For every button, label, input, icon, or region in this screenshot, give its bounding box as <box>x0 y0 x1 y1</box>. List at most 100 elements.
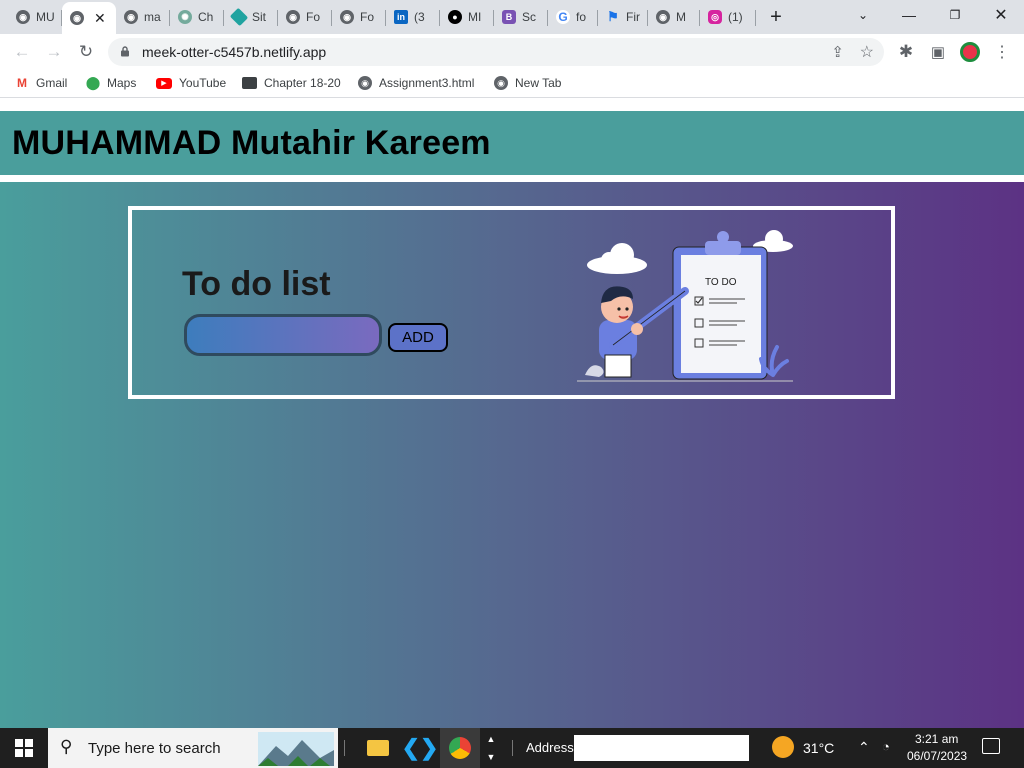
linkedin-icon: in <box>394 10 408 24</box>
bookmark-gmail[interactable]: M Gmail <box>15 76 67 90</box>
globe-icon: ◉ <box>358 76 372 90</box>
netlify-icon <box>229 7 249 27</box>
browser-toolbar: ← → ↻ meek-otter-c5457b.netlify.app ⇪ ☆ … <box>0 34 1024 70</box>
tab-9[interactable]: ● MI <box>440 4 494 30</box>
restore-icon[interactable]: ❐ <box>932 0 978 30</box>
bookmark-new-tab[interactable]: ◉ New Tab <box>494 76 561 90</box>
back-icon[interactable]: ← <box>10 40 34 64</box>
vscode-icon[interactable]: ❮❯ <box>400 728 440 768</box>
url-text[interactable]: meek-otter-c5457b.netlify.app <box>142 44 326 60</box>
weather-temperature[interactable]: 31°C <box>803 740 834 756</box>
minimize-icon[interactable]: — <box>886 0 932 30</box>
tab-6[interactable]: ◉ Fo <box>278 4 332 30</box>
clock-date[interactable]: 06/07/2023 <box>907 749 967 763</box>
folder-icon <box>242 77 257 89</box>
bookmark-star-icon[interactable]: ☆ <box>860 42 874 62</box>
globe-icon: ◉ <box>124 10 138 24</box>
bookmark-label: Assignment3.html <box>379 76 475 90</box>
tab-label: (1) <box>728 10 743 24</box>
file-explorer-icon[interactable] <box>358 728 398 768</box>
address-bar[interactable]: meek-otter-c5457b.netlify.app ⇪ ☆ <box>108 38 884 66</box>
github-icon: ● <box>448 10 462 24</box>
close-window-icon[interactable]: ✕ <box>978 0 1024 30</box>
tab-label: MU <box>36 10 55 24</box>
character-illustration <box>585 286 689 378</box>
tab-1[interactable]: ◉ MU <box>8 4 62 30</box>
system-tray-chevron-icon[interactable]: ⌃ <box>858 739 870 756</box>
bookmark-label: New Tab <box>515 76 562 90</box>
tab-active[interactable]: ◉ ✕ <box>62 2 116 34</box>
tab-8[interactable]: in (3 <box>386 4 440 30</box>
maps-icon: ⬤ <box>85 75 101 90</box>
tab-3[interactable]: ◉ ma <box>116 4 170 30</box>
tab-search-chevron-icon[interactable]: ⌄ <box>840 0 886 30</box>
tab-label: (3 <box>414 10 425 24</box>
search-placeholder[interactable]: Type here to search <box>88 740 221 757</box>
taskbar-divider <box>512 740 513 756</box>
tab-label: MI <box>468 10 482 24</box>
flag-icon: ⚑ <box>607 9 619 24</box>
tab-label: Sit <box>252 10 267 24</box>
tab-label: M <box>676 10 686 24</box>
forward-icon[interactable]: → <box>42 40 66 64</box>
tab-separator <box>755 10 756 26</box>
share-icon[interactable]: ⇪ <box>831 43 844 61</box>
address-toolbar-input[interactable] <box>574 735 749 761</box>
clipboard-label: TO DO <box>705 277 737 288</box>
tab-label: Sc <box>522 10 537 24</box>
bookmark-label: Maps <box>107 76 137 90</box>
weather-sun-icon <box>772 736 794 758</box>
tab-5[interactable]: Sit <box>224 4 278 30</box>
bookmark-label: Chapter 18-20 <box>264 76 341 90</box>
new-tab-icon[interactable]: + <box>758 2 794 32</box>
clock-time[interactable]: 3:21 am <box>915 732 958 746</box>
todo-illustration: TO DO <box>577 230 793 382</box>
side-panel-icon[interactable]: ▣ <box>926 40 950 64</box>
search-icon: ⚲ <box>60 737 73 756</box>
todo-card: To do list ADD TO DO <box>128 206 895 399</box>
add-button[interactable]: ADD <box>388 323 448 352</box>
todo-input[interactable] <box>184 314 382 356</box>
tab-10[interactable]: B Sc <box>494 4 548 30</box>
tab-close-icon[interactable]: ✕ <box>94 10 106 27</box>
tab-label: fo <box>576 10 587 24</box>
reload-icon[interactable]: ↻ <box>74 40 98 64</box>
tab-label: ma <box>144 10 161 24</box>
windows-start-icon[interactable] <box>4 728 44 768</box>
page-header: MUHAMMAD Mutahir Kareem <box>0 111 1024 175</box>
tab-11[interactable]: G fo <box>548 4 598 30</box>
address-toolbar-label: Address <box>526 740 574 755</box>
chatgpt-icon: ✺ <box>178 10 192 24</box>
page-title: MUHAMMAD Mutahir Kareem <box>12 123 491 162</box>
bookmark-maps[interactable]: ⬤ Maps <box>85 75 137 90</box>
cloud-icon <box>587 243 647 274</box>
bookmark-chapter[interactable]: Chapter 18-20 <box>242 76 341 90</box>
extensions-icon[interactable]: ✱ <box>894 40 918 64</box>
browser-tab-strip: ◉ MU ◉ ✕ ◉ ma ✺ Ch Sit ◉ Fo ◉ Fo in (3 ●… <box>0 0 1024 34</box>
globe-icon: ◉ <box>656 10 670 24</box>
bookmarks-bar: M Gmail ⬤ Maps ▶ YouTube Chapter 18-20 ◉… <box>0 70 1024 98</box>
globe-icon: ◉ <box>286 10 300 24</box>
gmail-icon: M <box>17 76 27 90</box>
taskbar-scroll-icon[interactable]: ▲ ▼ <box>484 730 498 766</box>
bootstrap-icon: B <box>502 10 516 24</box>
menu-kebab-icon[interactable]: ⋮ <box>990 40 1014 64</box>
youtube-icon: ▶ <box>156 77 172 89</box>
tab-13[interactable]: ◉ M <box>648 4 700 30</box>
tab-7[interactable]: ◉ Fo <box>332 4 386 30</box>
tab-12[interactable]: ⚑ Fir <box>598 4 648 30</box>
network-icon[interactable]: ◔ <box>882 739 890 754</box>
bookmark-assignment[interactable]: ◉ Assignment3.html <box>358 76 474 90</box>
notifications-icon[interactable] <box>982 738 1000 754</box>
bookmark-youtube[interactable]: ▶ YouTube <box>156 76 226 90</box>
web-page: MUHAMMAD Mutahir Kareem To do list ADD T… <box>0 101 1024 728</box>
todo-title: To do list <box>182 265 331 303</box>
globe-icon: ◉ <box>494 76 508 90</box>
profile-avatar[interactable] <box>958 40 982 64</box>
lock-icon[interactable] <box>120 46 130 57</box>
chrome-taskbar-icon[interactable] <box>440 728 480 768</box>
tab-4[interactable]: ✺ Ch <box>170 4 224 30</box>
taskbar-search-box[interactable]: ⚲ Type here to search <box>48 728 338 768</box>
tab-14[interactable]: ◎ (1) <box>700 4 756 30</box>
globe-icon: ◉ <box>16 10 30 24</box>
